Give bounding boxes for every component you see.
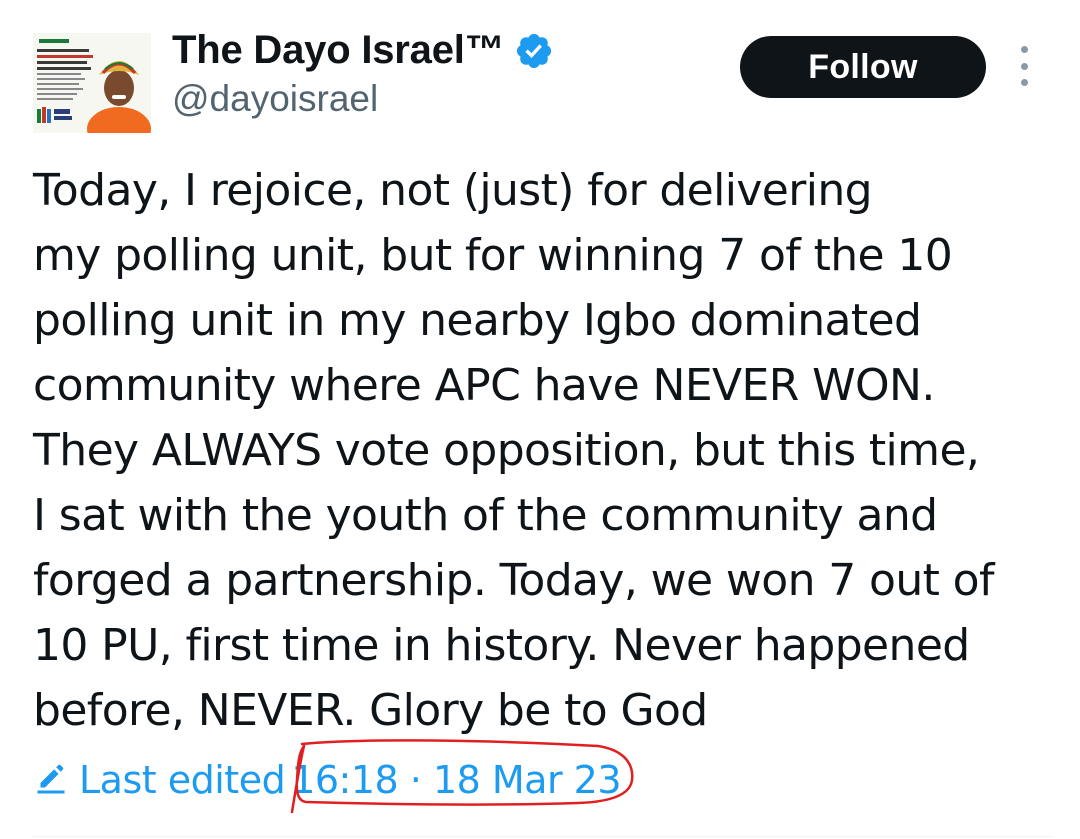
verified-badge-icon bbox=[514, 31, 554, 71]
avatar-image bbox=[33, 33, 151, 133]
tweet-line: I sat with the youth of the community an… bbox=[33, 490, 938, 541]
divider bbox=[33, 836, 1053, 837]
tweet-line: forged a partnership. Today, we won 7 ou… bbox=[33, 555, 995, 606]
follow-button[interactable]: Follow bbox=[740, 36, 986, 98]
tweet-timestamp[interactable]: 16:18 · 18 Mar 23 bbox=[291, 758, 621, 802]
author-display-name[interactable]: The Dayo Israel™ bbox=[172, 30, 505, 70]
more-dot bbox=[1020, 46, 1028, 53]
author-name-row: The Dayo Israel™ bbox=[172, 24, 554, 76]
avatar[interactable] bbox=[33, 33, 151, 133]
author-handle[interactable]: @dayoisrael bbox=[172, 80, 378, 117]
more-dot bbox=[1020, 79, 1028, 86]
tweet-line: my polling unit, but for winning 7 of th… bbox=[33, 230, 953, 281]
tweet-meta: Last edited 16:18 · 18 Mar 23 bbox=[33, 752, 622, 808]
more-dot bbox=[1020, 62, 1028, 70]
tweet-line: 10 PU, first time in history. Never happ… bbox=[33, 620, 970, 671]
tweet-line: polling unit in my nearby Igbo dominated bbox=[33, 295, 922, 346]
pencil-edit-icon bbox=[33, 762, 69, 798]
tweet-text: Today, I rejoice, not (just) for deliver… bbox=[33, 158, 1063, 743]
tweet-line: before, NEVER. Glory be to God bbox=[33, 685, 708, 736]
tweet-line: They ALWAYS vote opposition, but this ti… bbox=[33, 425, 980, 476]
more-vertical-icon[interactable] bbox=[1014, 46, 1034, 86]
tweet-line: Today, I rejoice, not (just) for deliver… bbox=[33, 165, 873, 216]
last-edited-link[interactable]: Last edited bbox=[79, 758, 286, 802]
tweet-line: community where APC have NEVER WON. bbox=[33, 360, 935, 411]
